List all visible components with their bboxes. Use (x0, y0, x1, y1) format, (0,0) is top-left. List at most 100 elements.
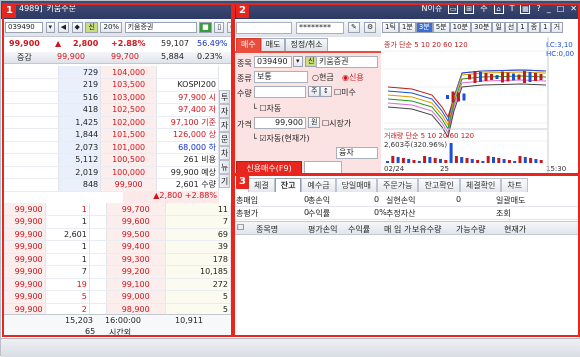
ask-qty[interactable]: 848 (58, 178, 102, 192)
ask-price[interactable]: 100,500 (100, 153, 158, 167)
chart-tab-5[interactable]: 30분 (470, 22, 493, 33)
bid-price[interactable]: 99,000 (106, 290, 166, 304)
account-tab-5[interactable]: 잔고확인 (418, 178, 460, 192)
price-unit-button[interactable]: 원 (308, 117, 321, 128)
holdings-grid[interactable] (234, 236, 579, 336)
ask-qty[interactable]: 516 (58, 91, 102, 104)
ask-row[interactable]: 5,112 100,500 261 비용 (3, 153, 219, 167)
ask-qty[interactable]: 729 (58, 66, 102, 79)
chart-tab-3[interactable]: 5분 (432, 22, 450, 33)
news-issue-button[interactable]: N이슈 (422, 3, 443, 14)
password-input[interactable]: ******** (296, 22, 344, 34)
column-header[interactable]: 현재가 (504, 224, 526, 235)
column-header[interactable]: 입 (394, 224, 401, 235)
ask-price[interactable]: 102,500 (100, 103, 158, 117)
loan-type-select[interactable]: 융자 (336, 147, 378, 159)
ask-qty[interactable]: 2,019 (58, 166, 102, 179)
ask-row[interactable]: 2,073 101,000 68,000 하 (3, 141, 219, 154)
bid-row[interactable]: 99,900 1 99,700 11 (3, 203, 231, 216)
ask-qty[interactable]: 219 (58, 78, 102, 92)
speaker-icon[interactable]: ◀ (57, 22, 69, 33)
account-tab-4[interactable]: 주문가능 (377, 178, 419, 192)
auto-checkbox[interactable]: └ ☐자동 (252, 103, 281, 114)
order-code-input[interactable]: 039490 (254, 56, 292, 68)
summary-label4[interactable]: 일괄매도 (496, 195, 525, 206)
chart-tab-9[interactable]: 종 (527, 22, 541, 33)
ask-price[interactable]: 101,000 (100, 141, 158, 154)
qty-stepper[interactable]: ↕ (320, 86, 332, 97)
account-tab-1[interactable]: 잔고 (274, 178, 302, 192)
ask-qty[interactable]: 2,073 (58, 141, 102, 154)
ask-price[interactable]: 103,500 (100, 78, 158, 92)
chart-tab-4[interactable]: 10분 (449, 22, 471, 33)
gear-icon[interactable]: ⚙ (364, 22, 377, 33)
stock-code-input[interactable]: 039490 (5, 22, 43, 33)
select-all-checkbox[interactable]: ☐ (237, 223, 244, 232)
column-header[interactable]: 종목명 (256, 224, 278, 235)
maximize-icon[interactable]: □ (557, 4, 565, 13)
side-button-0[interactable]: 투 (219, 90, 230, 104)
bid-row[interactable]: 99,900 2,601 99,500 69 (3, 228, 231, 241)
bid-row[interactable]: 99,900 19 99,100 272 (3, 278, 231, 291)
bid-qty[interactable]: 272 (165, 278, 231, 291)
bid-qty[interactable]: 5 (165, 290, 231, 304)
ask-row[interactable]: 2,019 100,000 99,900 예상 (3, 166, 219, 179)
account-tab-3[interactable]: 당일매매 (335, 178, 378, 192)
chart-tab-11[interactable]: 거 (550, 22, 564, 33)
ask-qty[interactable]: 1,844 (58, 128, 102, 142)
ask-row[interactable]: 418 102,500 97,400 저 (3, 103, 219, 117)
code-search-icon[interactable]: ▾ (293, 56, 303, 67)
minimize-icon[interactable]: _ (547, 4, 551, 13)
column-header[interactable]: 평가손익 (308, 224, 337, 235)
side-button-3[interactable]: 문 (219, 132, 230, 146)
bid-qty[interactable]: 39 (165, 240, 231, 254)
chart-tab-2[interactable]: 3분 (415, 22, 433, 33)
bid-price[interactable]: 99,300 (106, 253, 166, 266)
credit-buy-button[interactable]: 신용매수(F9) (236, 161, 302, 174)
column-header[interactable]: 보유수량 (412, 224, 441, 235)
side-button-1[interactable]: 자 (219, 104, 230, 118)
ask-row[interactable]: 219 103,500 KOSPI200 (3, 78, 219, 92)
prev-next-icon[interactable]: ◆ (71, 22, 83, 33)
chart-tab-1[interactable]: 1분 (398, 22, 416, 33)
column-header[interactable]: 매 (384, 224, 391, 235)
ask-row[interactable]: 729 104,000 (3, 66, 219, 79)
ask-price[interactable]: 100,000 (100, 166, 158, 179)
ask-row[interactable]: 848 99,900 2,601 수량 (3, 178, 219, 192)
text-button[interactable]: T (510, 4, 515, 13)
help-button[interactable]: ? (536, 4, 540, 13)
ask-row[interactable]: 516 103,000 97,900 시 (3, 91, 219, 104)
doc-icon[interactable]: ▯ (214, 22, 225, 33)
link-icon[interactable]: ⊞ (464, 3, 475, 14)
bid-row[interactable]: 99,900 1 99,300 178 (3, 253, 231, 266)
price-input[interactable]: 99,900 (254, 117, 306, 129)
qty-unit-button[interactable]: 주 (308, 86, 321, 97)
ask-price[interactable]: 101,500 (100, 128, 158, 142)
bid-qty[interactable]: 69 (165, 228, 231, 241)
bid-qty[interactable]: 7 (165, 215, 231, 229)
ask-row[interactable]: 1,425 102,000 97,100 기준 (3, 116, 219, 129)
ask-qty[interactable]: 418 (58, 103, 102, 117)
ask-price[interactable]: 104,000 (100, 66, 158, 79)
bid-row[interactable]: 99,900 1 99,400 39 (3, 240, 231, 254)
account-tab-6[interactable]: 체결확인 (459, 178, 502, 192)
chart-tab-7[interactable]: 선 (504, 22, 518, 33)
grid-icon[interactable]: ▦ (520, 3, 531, 14)
bid-price[interactable]: 99,600 (106, 215, 166, 229)
tab-modify-cancel[interactable]: 정정/취소 (285, 38, 328, 51)
chart-tab-8[interactable]: 1 (517, 22, 528, 33)
bid-row[interactable]: 99,900 7 99,200 10,185 (3, 265, 231, 279)
ask-qty[interactable]: 5,112 (58, 153, 102, 167)
account-tab-2[interactable]: 예수금 (301, 178, 336, 192)
close-icon[interactable]: ✕ (570, 4, 577, 13)
side-button-6[interactable]: 기 (219, 174, 230, 188)
bid-qty[interactable]: 11 (165, 203, 231, 216)
cash-radio[interactable]: ○현금 (312, 72, 334, 83)
side-button-2[interactable]: 자 (219, 118, 230, 132)
column-header[interactable]: 수익률 (348, 224, 370, 235)
ask-price[interactable]: 103,000 (100, 91, 158, 104)
credit-radio[interactable]: ◉신용 (342, 72, 364, 83)
bid-price[interactable]: 99,700 (106, 203, 166, 216)
chart-tab-10[interactable]: 1 (540, 22, 551, 33)
ask-qty[interactable]: 1,425 (58, 116, 102, 129)
